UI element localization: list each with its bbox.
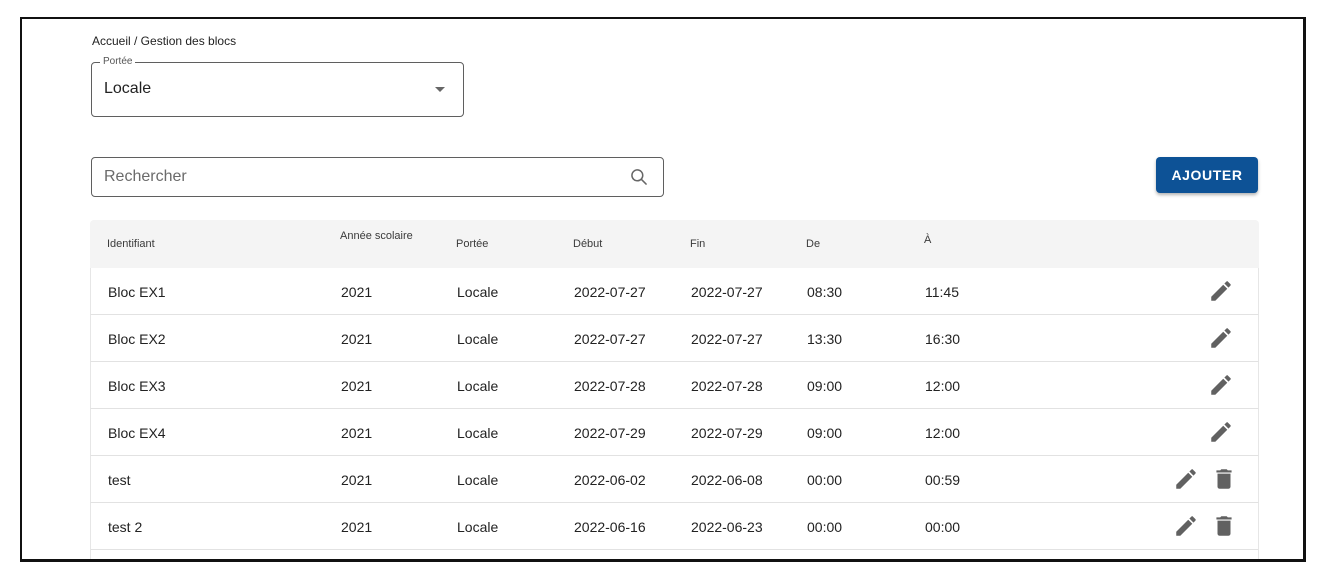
cell-identifiant: Bloc EX3 — [108, 378, 166, 394]
cell-portee: Locale — [457, 378, 499, 394]
header-annee-scolaire[interactable]: Année scolaire — [340, 230, 413, 242]
table-row: Bloc EX2 2021 Locale 2022-07-27 2022-07-27 13… — [90, 315, 1259, 362]
header-fin[interactable]: Fin — [690, 238, 705, 250]
cell-fin: 2022-06-08 — [691, 472, 763, 488]
cell-de: 09:00 — [807, 378, 843, 394]
cell-portee: Locale — [457, 472, 499, 488]
table-body: Bloc EX1 2021 Locale 2022-07-27 2022-07-27 08… — [90, 268, 1259, 559]
caret-down-icon — [435, 87, 445, 92]
cell-a: 12:00 — [925, 425, 961, 441]
header-debut[interactable]: Début — [573, 238, 602, 250]
header-de[interactable]: De — [806, 238, 820, 250]
cell-fin: 2022-07-28 — [691, 378, 763, 394]
scope-select-label: Portée — [100, 56, 136, 68]
edit-icon[interactable] — [1208, 372, 1234, 398]
cell-debut: 2022-06-02 — [574, 472, 646, 488]
edit-icon[interactable] — [1208, 325, 1234, 351]
cell-de: 09:00 — [807, 425, 843, 441]
search-input[interactable] — [92, 158, 624, 196]
header-portee[interactable]: Portée — [456, 238, 488, 250]
table-row: test 2021 Locale 2022-06-02 2022-06-08 00:00 0… — [90, 456, 1259, 503]
breadcrumb: Accueil / Gestion des blocs — [92, 34, 237, 48]
cell-de: 13:30 — [807, 331, 843, 347]
cell-annee-scolaire: 2021 — [341, 425, 373, 441]
cell-debut: 2022-07-27 — [574, 284, 646, 300]
cell-debut: 2022-07-28 — [574, 378, 646, 394]
cell-de: 08:30 — [807, 284, 843, 300]
header-identifiant[interactable]: Identifiant — [107, 238, 155, 250]
cell-a: 11:45 — [925, 284, 959, 300]
cell-a: 00:00 — [925, 519, 961, 535]
table-row: Bloc EX1 2021 Locale 2022-07-27 2022-07-27 08… — [90, 268, 1259, 315]
cell-a: 16:30 — [925, 331, 961, 347]
edit-icon[interactable] — [1173, 513, 1199, 539]
cell-identifiant: Bloc EX2 — [108, 331, 166, 347]
delete-icon[interactable] — [1211, 513, 1237, 539]
cell-portee: Locale — [457, 425, 499, 441]
cell-identifiant: test 2 — [108, 519, 143, 535]
cell-fin: 2022-07-29 — [691, 425, 763, 441]
cell-debut: 2022-07-29 — [574, 425, 646, 441]
scope-select-value: Locale — [104, 80, 152, 97]
cell-de: 00:00 — [807, 472, 843, 488]
cell-fin: 2022-07-27 — [691, 284, 763, 300]
cell-identifiant: Bloc EX4 — [108, 425, 166, 441]
cell-annee-scolaire: 2021 — [341, 378, 373, 394]
edit-icon[interactable] — [1208, 419, 1234, 445]
cell-de: 00:00 — [807, 519, 843, 535]
cell-portee: Locale — [457, 331, 499, 347]
table-row: Bloc EX3 2021 Locale 2022-07-28 2022-07-28 09… — [90, 362, 1259, 409]
cell-a: 00:59 — [925, 472, 961, 488]
cell-a: 12:00 — [925, 378, 961, 394]
header-a[interactable]: À — [924, 234, 931, 246]
table-row: test 2 2021 Locale 2022-06-16 2022-06-23 00:0… — [90, 503, 1259, 550]
cell-identifiant: Bloc EX1 — [108, 284, 166, 300]
edit-icon[interactable] — [1173, 466, 1199, 492]
cell-annee-scolaire: 2021 — [341, 519, 373, 535]
table-row — [90, 550, 1259, 559]
edit-icon[interactable] — [1208, 278, 1234, 304]
cell-portee: Locale — [457, 284, 499, 300]
scope-select[interactable]: Portée Locale — [91, 56, 464, 117]
cell-annee-scolaire: 2021 — [341, 331, 373, 347]
cell-portee: Locale — [457, 519, 499, 535]
search-icon[interactable] — [629, 167, 649, 187]
search-field[interactable] — [91, 157, 664, 197]
cell-annee-scolaire: 2021 — [341, 472, 373, 488]
table-header: Identifiant Année scolaire Portée Début … — [90, 220, 1259, 268]
cell-debut: 2022-06-16 — [574, 519, 646, 535]
table-row: Bloc EX4 2021 Locale 2022-07-29 2022-07-29 09… — [90, 409, 1259, 456]
cell-fin: 2022-07-27 — [691, 331, 763, 347]
page-frame: Accueil / Gestion des blocs Portée Local… — [20, 17, 1306, 562]
add-button[interactable]: AJOUTER — [1156, 157, 1258, 193]
cell-identifiant: test — [108, 472, 131, 488]
cell-annee-scolaire: 2021 — [341, 284, 373, 300]
cell-debut: 2022-07-27 — [574, 331, 646, 347]
cell-fin: 2022-06-23 — [691, 519, 763, 535]
blocks-table: Identifiant Année scolaire Portée Début … — [90, 220, 1259, 559]
delete-icon[interactable] — [1211, 466, 1237, 492]
